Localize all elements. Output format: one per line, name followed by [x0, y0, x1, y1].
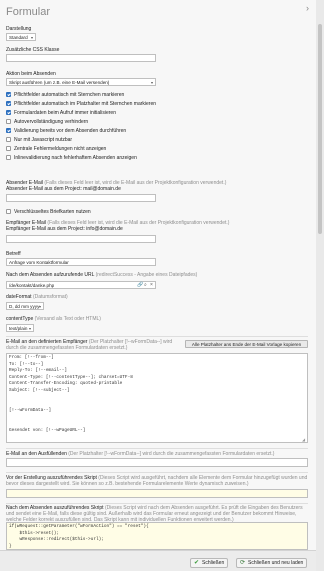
option-checkbox-label: Validierung bereits vor dem Absenden dur… — [14, 128, 127, 134]
subject-label: Betreff — [6, 251, 21, 257]
option-checkbox[interactable] — [6, 128, 11, 133]
divider — [6, 448, 308, 449]
code-line: Gesendet von: [!--wPageURL--] — [9, 427, 86, 433]
chevron-down-icon: ▾ — [38, 304, 41, 309]
divider — [6, 336, 308, 337]
pre-script-label: Vor der Erstellung auszuführendes Skript… — [6, 475, 308, 487]
option-checkbox[interactable] — [6, 155, 11, 160]
mail-content-label: E-Mail an den definierten Empfänger (Der… — [6, 339, 182, 351]
post-script-editor[interactable]: if(wRequest::getParameter("wFormAction")… — [6, 522, 308, 550]
action-value: Skript ausführen (um z.B. eine E-Mail ve… — [9, 80, 110, 85]
option-checkbox[interactable] — [6, 92, 11, 97]
option-checkbox-label: Pflichtfelder automatisch im Platzhalter… — [14, 101, 157, 107]
footer-bar: ✔ Schließen ⟳ Schließen und neu laden — [0, 550, 316, 571]
option-checkbox-label: Formulardaten beim Aufruf immer initiali… — [14, 110, 116, 116]
recipient-email-project: Empfänger E-Mail aus dem Project: info@d… — [6, 226, 123, 232]
display-select[interactable]: Standard ▾ — [6, 33, 36, 41]
panel-title: Formular — [6, 6, 51, 18]
option-checkbox[interactable] — [6, 119, 11, 124]
code-line: From: [!--from--] — [9, 355, 54, 360]
close-button-label: Schließen — [202, 560, 225, 566]
extra-css-label: Zusätzliche CSS Klasse — [6, 47, 60, 53]
sender-copy-title: E-Mail an den Ausfüllenden — [6, 451, 67, 457]
display-value: Standard — [9, 35, 28, 40]
code-line: To: [!--to--] — [9, 361, 44, 367]
recipient-email-input[interactable] — [6, 235, 156, 243]
code-line: Subject: [!--subject--] — [9, 387, 70, 393]
date-format-select[interactable]: D, dd mm yyyy ▾ — [6, 302, 44, 310]
chevron-down-icon: ▾ — [30, 35, 33, 40]
redirect-url-input[interactable]: /de/kontakt/danke.php — [6, 281, 156, 289]
content-type-hint: (Versand als Text oder HTML) — [34, 316, 101, 322]
code-line: $this->reset(); — [9, 530, 60, 536]
option-checkbox-label: Inlinevalidierung nach fehlerhaftem Abse… — [14, 155, 137, 161]
link-icon[interactable]: 🔗 — [137, 282, 143, 288]
display-label: Darstellung — [6, 26, 32, 32]
chevron-down-icon: ▾ — [150, 80, 153, 85]
redirect-url-value: /de/kontakt/danke.php — [9, 283, 55, 288]
checkmark-icon: ✔ — [194, 560, 200, 566]
code-line: Reply-To: [!--email--] — [9, 368, 67, 374]
code-line: if(wRequest::getParameter("wFormAction")… — [9, 524, 149, 529]
content-type-label: contentType (Versand als Text oder HTML) — [6, 316, 101, 322]
search-icon[interactable]: ⌕ — [144, 282, 147, 288]
code-line: Content-Type: [!--contentType--]; charse… — [9, 374, 133, 380]
date-format-title: dateFormat — [6, 294, 32, 300]
subject-input[interactable]: Anfrage vom Kontaktformular — [6, 258, 156, 266]
close-icon[interactable]: × — [150, 282, 153, 288]
option-checkbox-label: Pflichtfelder automatisch mit Sternchen … — [14, 92, 125, 98]
redirect-url-label: Nach dem Absenden aufzurufende URL (redi… — [6, 272, 197, 278]
code-line: wResponse::redirect($this->url); — [9, 537, 104, 543]
sender-email-project: Absender E-Mail aus dem Project: mail@do… — [6, 186, 121, 192]
redirect-url-title: Nach dem Absenden aufzurufende URL — [6, 272, 95, 278]
date-format-value: D, dd mm yyyy — [9, 304, 40, 309]
content-type-value: text/plain — [9, 326, 28, 331]
divider — [6, 472, 308, 473]
action-select[interactable]: Skript ausführen (um z.B. eine E-Mail ve… — [6, 78, 156, 86]
close-reload-button[interactable]: ⟳ Schließen und neu laden — [236, 558, 308, 568]
code-line: Content-Transfer-Encoding: quoted-printa… — [9, 381, 123, 387]
encrypt-label: Verschlüsseltes Briefkarten nutzen — [14, 209, 91, 215]
chevron-down-icon: ▾ — [28, 326, 31, 331]
action-label: Aktion beim Absenden — [6, 71, 56, 77]
option-checkbox[interactable] — [6, 101, 11, 106]
encrypt-checkbox[interactable] — [6, 209, 11, 214]
reload-icon: ⟳ — [240, 560, 246, 566]
divider — [6, 503, 308, 504]
mail-template-editor[interactable]: From: [!--from--] To: [!--to--] Reply-To: … — [6, 353, 308, 443]
scrollbar-thumb[interactable] — [318, 24, 322, 234]
option-checkbox-label: Zentrale Fehlermeldungen nicht anzeigen — [14, 146, 107, 152]
post-script-label: Nach dem Absenden auszuführendes Skript … — [6, 505, 308, 523]
option-checkbox[interactable] — [6, 110, 11, 115]
code-line: [!--wFormData--] — [9, 407, 52, 413]
sender-email-input[interactable] — [6, 194, 156, 202]
scrollbar[interactable] — [316, 0, 324, 571]
pre-script-editor[interactable] — [6, 489, 308, 498]
date-format-label: dateFormat (Datumsformat) — [6, 294, 68, 300]
content-type-select[interactable]: text/plain ▾ — [6, 324, 34, 332]
copy-placeholders-button[interactable]: Alle Platzhalter ans Ende der E-Mail Vor… — [185, 340, 308, 348]
option-checkbox-label: Autovervollständigung verhindern — [14, 119, 89, 125]
option-checkbox[interactable] — [6, 137, 11, 142]
option-checkbox[interactable] — [6, 146, 11, 151]
close-reload-button-label: Schließen und neu laden — [248, 560, 304, 566]
form-settings-panel: Formular › Darstellung Standard ▾ Zusätz… — [0, 0, 316, 571]
option-checkbox-label: Nur mit Javascript nutzbar — [14, 137, 73, 143]
redirect-url-hint: (redirectSuccess - Angabe eines Dateipfa… — [95, 272, 198, 278]
sender-copy-label: E-Mail an den Ausfüllenden (Der Platzhal… — [6, 451, 274, 457]
sender-copy-hint: (Der Platzhalter [!--wFormData--] wird d… — [68, 451, 275, 457]
date-format-hint: (Datumsformat) — [32, 294, 68, 300]
extra-css-input[interactable] — [6, 54, 156, 62]
sender-copy-editor[interactable] — [6, 458, 308, 467]
close-icon[interactable]: › — [306, 3, 309, 13]
content-type-title: contentType — [6, 316, 34, 322]
close-button[interactable]: ✔ Schließen — [190, 558, 229, 568]
